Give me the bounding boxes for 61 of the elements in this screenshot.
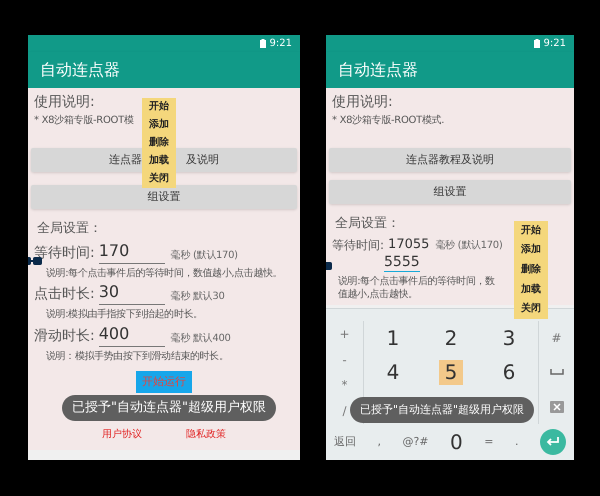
keypad-key[interactable]: 6 xyxy=(496,360,522,385)
keypad-key[interactable]: . xyxy=(514,434,518,450)
floating-menu-item[interactable]: 删除 xyxy=(521,264,541,275)
value-field[interactable]: 5555 xyxy=(384,254,420,272)
footer-link[interactable]: 用户协议 xyxy=(102,427,142,442)
setting-note: 说明:每个点击事件后的等待时间，数值越小,点击越快。 xyxy=(337,276,496,301)
unit-text: 毫秒 (默认170) xyxy=(170,248,238,262)
value-field[interactable]: 170 xyxy=(98,240,165,264)
app-title: 自动连点器 xyxy=(40,59,120,81)
setting-note: 说明：模拟手势由按下到滑动结束的时长。 xyxy=(45,350,230,363)
setting-note: 说明:每个点击事件后的等待时间，数值越小,点击越快。 xyxy=(45,268,284,280)
keypad-key[interactable]: = xyxy=(484,434,494,450)
floating-menu-item[interactable]: 开始 xyxy=(149,102,169,112)
keypad-key[interactable]: 1 xyxy=(380,326,406,351)
usage-title: 使用说明: xyxy=(33,93,95,112)
floating-menu-item[interactable]: 开始 xyxy=(521,226,541,236)
permission-toast: 已授予"自动连点器"超级用户权限 xyxy=(350,397,534,423)
floating-menu-item[interactable]: 关闭 xyxy=(521,304,541,314)
unit-text: 毫秒 (默认170) xyxy=(435,238,502,252)
usage-text: * X8沙箱专版-ROOT模 xyxy=(33,114,134,128)
status-time: 9:21 xyxy=(544,37,566,51)
usage-text: * X8沙箱专版-ROOT模式. xyxy=(331,114,444,128)
permission-toast: 已授予"自动连点器"超级用户权限 xyxy=(62,395,276,421)
keypad-key[interactable]: 0 xyxy=(450,427,463,457)
keypad-key[interactable]: - xyxy=(342,350,347,369)
keypad-key[interactable]: , xyxy=(377,434,381,450)
keypad-key[interactable]: 4 xyxy=(380,360,406,385)
keypad-key[interactable]: 2 xyxy=(438,326,464,351)
floating-menu-item[interactable]: 关闭 xyxy=(149,174,169,184)
setting-label: 等待时间: xyxy=(332,236,384,254)
setting-label: 等待时间: xyxy=(34,244,95,262)
setting-label: 点击时长: xyxy=(34,285,95,304)
floating-menu-item[interactable]: 删除 xyxy=(149,138,169,148)
status-time: 9:21 xyxy=(270,37,292,51)
setting-note: 说明:模拟由手指按下到抬起的时长。 xyxy=(45,309,204,322)
floating-menu-item[interactable]: 添加 xyxy=(521,245,541,256)
value-field[interactable]: 400 xyxy=(98,324,165,346)
floating-menu-item[interactable]: 加载 xyxy=(149,156,169,166)
keypad-key[interactable]: * xyxy=(342,376,348,394)
menu-button[interactable]: 组设置 xyxy=(329,180,571,204)
keypad-key[interactable]: @?# xyxy=(402,434,429,450)
unit-text: 毫秒 默认400 xyxy=(170,332,231,346)
footer-link[interactable]: 隐私政策 xyxy=(186,427,226,442)
keypad-key[interactable]: + xyxy=(339,324,350,343)
keypad-key[interactable]: / xyxy=(342,402,347,420)
menu-button[interactable]: 连点器教程及说明 xyxy=(329,148,571,172)
section-title: 全局设置： xyxy=(334,215,400,233)
setting-label: 滑动时长: xyxy=(34,326,95,346)
app-title: 自动连点器 xyxy=(338,59,418,81)
keypad-key[interactable]: 3 xyxy=(496,326,522,351)
usage-title: 使用说明: xyxy=(331,93,393,112)
value-field[interactable]: 30 xyxy=(98,282,165,305)
previous-value: 17055 xyxy=(388,237,430,254)
keypad-key[interactable]: # xyxy=(551,329,562,348)
floating-menu-item[interactable]: 加载 xyxy=(521,284,541,295)
section-title: 全局设置： xyxy=(36,220,102,238)
keypad-key[interactable]: 返回 xyxy=(334,434,356,450)
keypad-key[interactable]: 5 xyxy=(438,360,464,385)
unit-text: 毫秒 默认30 xyxy=(170,290,225,304)
floating-menu-item[interactable]: 添加 xyxy=(149,120,169,130)
menu-button[interactable]: 组设置 xyxy=(31,185,297,209)
